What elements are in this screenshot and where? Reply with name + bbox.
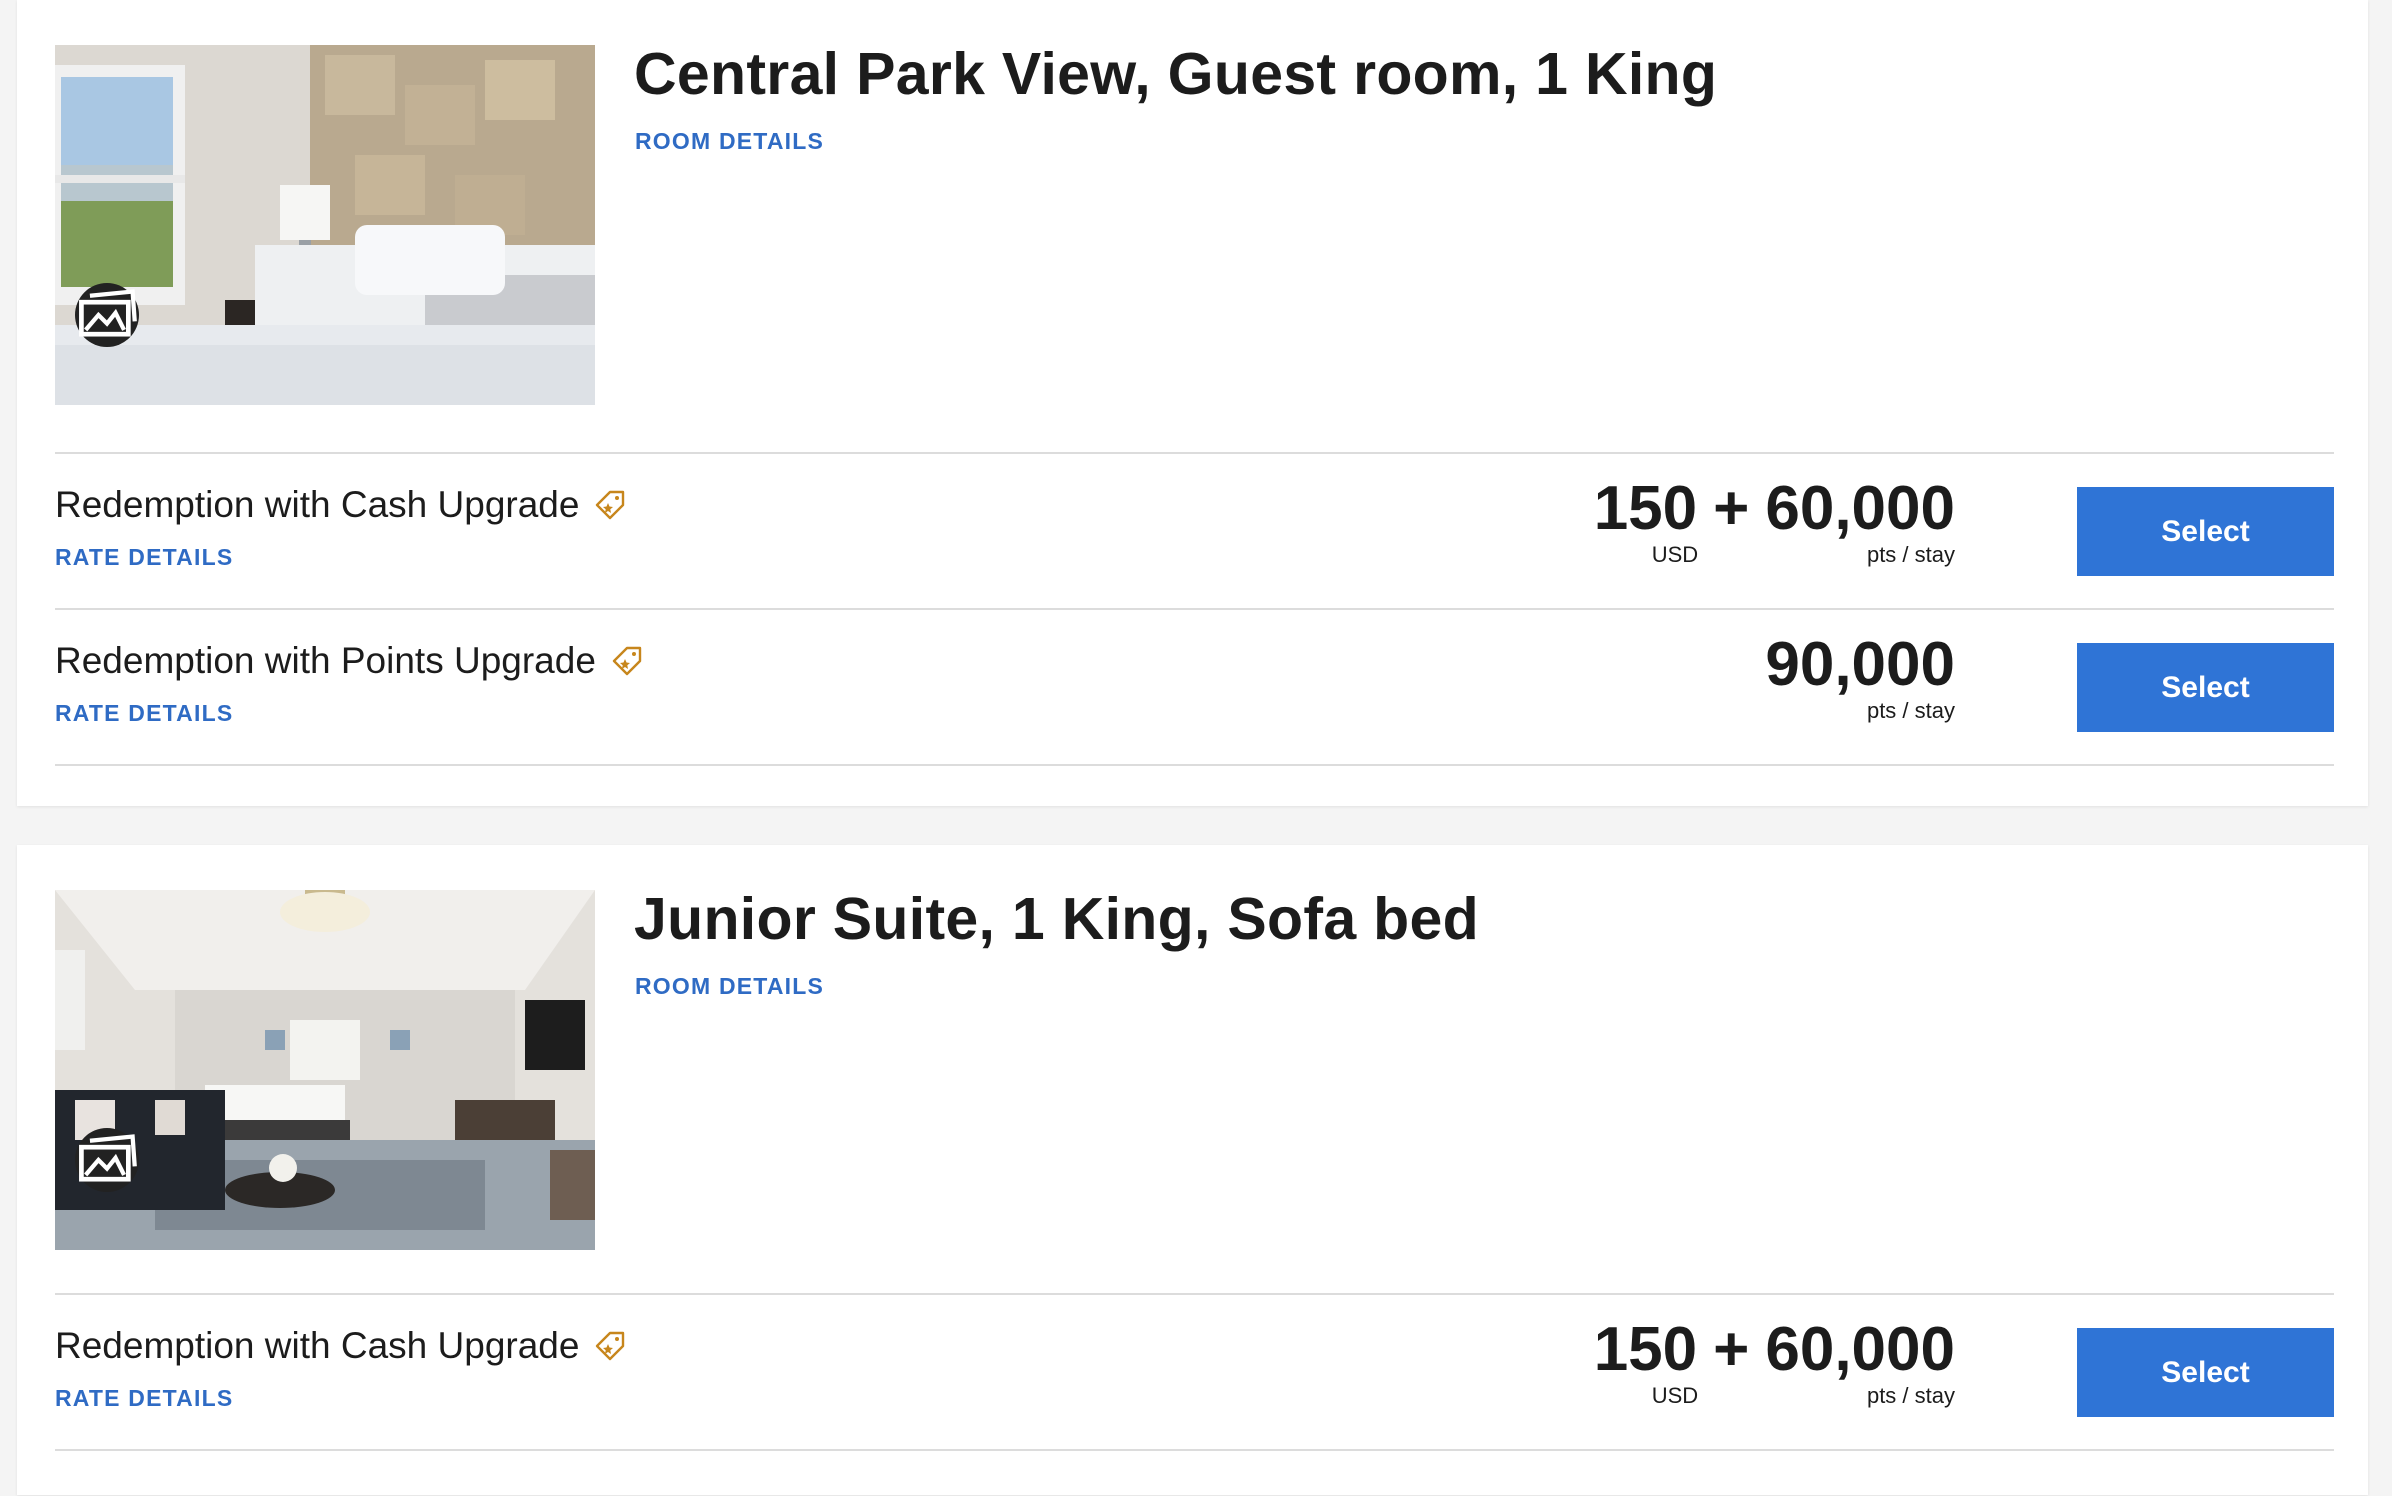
price-plus: + [1713,474,1750,543]
select-button[interactable]: Select [2077,1328,2334,1417]
photo-gallery-button[interactable] [75,283,139,347]
price: 150 +60,000 USD pts / stay [1594,1317,1955,1409]
rate-row: Redemption with Points Upgrade RATE DETA… [17,610,2368,765]
rate-details-link[interactable]: RATE DETAILS [55,1385,233,1412]
rate-row: Redemption with Cash Upgrade RATE DETAIL… [17,454,2368,609]
rate-name: Redemption with Cash Upgrade [55,1325,629,1367]
points-unit: pts / stay [1866,542,1955,567]
room-photo[interactable] [55,890,595,1250]
points-amount: 90,000 [1765,630,1955,699]
rate-name-label: Redemption with Points Upgrade [55,640,596,681]
room-card: Central Park View, Guest room, 1 King RO… [17,0,2368,806]
photo-gallery-icon [79,1134,137,1182]
room-photo[interactable] [55,45,595,405]
room-title: Central Park View, Guest room, 1 King [634,41,1718,107]
divider [55,764,2334,766]
cash-unit: USD [1651,1383,1699,1408]
rate-name-label: Redemption with Cash Upgrade [55,484,580,525]
room-title: Junior Suite, 1 King, Sofa bed [634,886,1479,952]
points-unit: pts / stay [1866,698,1955,723]
price-plus: + [1713,1315,1750,1384]
photo-gallery-icon [79,289,137,337]
room-details-link[interactable]: ROOM DETAILS [635,973,824,1000]
upgrade-tag-icon [596,1331,625,1361]
upgrade-tag-icon [612,646,642,676]
price: 150 +60,000 USD pts / stay [1594,476,1955,568]
cash-amount: 150 [1593,1315,1698,1384]
upgrade-tag-icon [596,490,625,520]
rate-name-label: Redemption with Cash Upgrade [55,1325,580,1366]
points-amount: 60,000 [1765,1315,1955,1384]
room-details-link[interactable]: ROOM DETAILS [635,128,824,155]
rate-name: Redemption with Cash Upgrade [55,484,629,526]
select-button[interactable]: Select [2077,643,2334,732]
points-amount: 60,000 [1765,474,1955,543]
photo-gallery-button[interactable] [75,1128,139,1192]
rate-name: Redemption with Points Upgrade [55,640,646,682]
points-unit: pts / stay [1866,1383,1955,1408]
cash-unit: USD [1651,542,1699,567]
cash-amount: 150 [1593,474,1698,543]
divider [55,1449,2334,1451]
rate-row: Redemption with Cash Upgrade RATE DETAIL… [17,1295,2368,1450]
rate-details-link[interactable]: RATE DETAILS [55,544,233,571]
select-button[interactable]: Select [2077,487,2334,576]
room-card: Junior Suite, 1 King, Sofa bed ROOM DETA… [17,845,2368,1495]
price: 90,000 pts / stay [1765,632,1955,724]
rate-details-link[interactable]: RATE DETAILS [55,700,233,727]
